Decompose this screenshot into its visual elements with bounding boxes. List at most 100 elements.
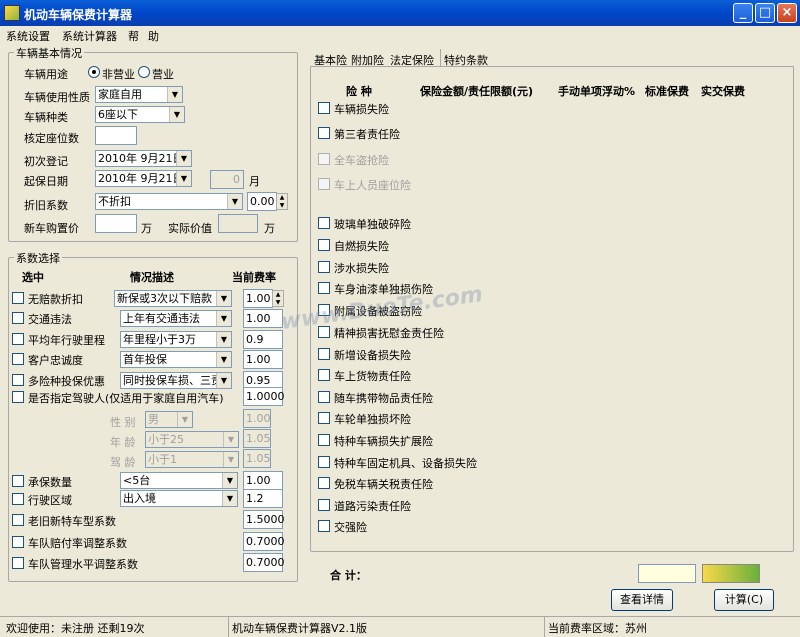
menu-system-calculator[interactable]: 系统计算器 bbox=[62, 28, 117, 44]
insurance-checkbox[interactable] bbox=[318, 217, 330, 229]
coef-row-select[interactable]: 年里程小于3万 ▼ bbox=[120, 331, 232, 348]
qty-value[interactable]: 1.00 bbox=[243, 471, 283, 490]
insurance-checkbox[interactable] bbox=[318, 412, 330, 424]
insurance-item-label: 车上货物责任险 bbox=[334, 370, 411, 383]
col-float-header: 手动单项浮动% bbox=[558, 85, 636, 98]
insurance-checkbox[interactable] bbox=[318, 348, 330, 360]
coef-spinner[interactable]: ▲ ▼ bbox=[272, 290, 284, 307]
driver-checkbox[interactable] bbox=[12, 391, 24, 403]
menu-help-1[interactable]: 帮 bbox=[128, 28, 139, 44]
wan-unit: 万 bbox=[264, 222, 275, 235]
gender-select: 男 ▼ bbox=[145, 411, 193, 428]
age-value: 1.05 bbox=[243, 429, 271, 448]
actual-value-label: 实际价值 bbox=[168, 222, 212, 235]
gender-value: 1.00 bbox=[243, 409, 271, 428]
insurance-checkbox[interactable] bbox=[318, 127, 330, 139]
insurance-item-label: 特种车固定机具、设备损失险 bbox=[334, 457, 477, 470]
type-select[interactable]: 6座以下 ▼ bbox=[95, 106, 185, 123]
insurance-checkbox bbox=[318, 178, 330, 190]
insurance-checkbox[interactable] bbox=[318, 499, 330, 511]
insurance-checkbox[interactable] bbox=[318, 477, 330, 489]
menu-bar: 系统设置 系统计算器 帮 助 bbox=[0, 26, 800, 44]
coef-row-select[interactable]: 同时投保车损、三责 ▼ bbox=[120, 372, 232, 389]
insurance-checkbox[interactable] bbox=[318, 102, 330, 114]
usage-commercial-radio[interactable] bbox=[138, 66, 150, 78]
insurance-checkbox[interactable] bbox=[318, 520, 330, 532]
fleet-claim-checkbox[interactable] bbox=[12, 536, 24, 548]
coef-row-value[interactable]: 0.9 bbox=[243, 330, 283, 349]
start-date-picker[interactable]: 2010年 9月21日 ▼ bbox=[95, 170, 192, 187]
seats-input[interactable] bbox=[95, 126, 137, 145]
new-price-input[interactable] bbox=[95, 214, 137, 233]
calculate-button[interactable]: 计算(C) bbox=[714, 589, 774, 611]
coef-row-select[interactable]: 上年有交通违法 ▼ bbox=[120, 310, 232, 327]
start-date-label: 起保日期 bbox=[24, 175, 68, 188]
insurance-item-label: 随车携带物品责任险 bbox=[334, 392, 433, 405]
col-type-header: 险 种 bbox=[346, 85, 372, 98]
usage-label: 车辆用途 bbox=[24, 68, 68, 81]
insurance-checkbox[interactable] bbox=[318, 282, 330, 294]
depr-rate-input[interactable]: 0.00 bbox=[247, 192, 277, 211]
qty-select[interactable]: <5台 ▼ bbox=[120, 472, 238, 489]
insurance-checkbox[interactable] bbox=[318, 391, 330, 403]
coef-row-checkbox[interactable] bbox=[12, 292, 24, 304]
insurance-checkbox[interactable] bbox=[318, 369, 330, 381]
drive-age-value: 1.05 bbox=[243, 449, 271, 468]
coef-row-value[interactable]: 1.00 bbox=[243, 350, 283, 369]
usage-noncommercial-radio[interactable] bbox=[88, 66, 100, 78]
fleet-mgmt-checkbox[interactable] bbox=[12, 557, 24, 569]
coef-row-checkbox[interactable] bbox=[12, 353, 24, 365]
insurance-checkbox[interactable] bbox=[318, 261, 330, 273]
new-price-label: 新车购置价 bbox=[24, 222, 79, 235]
area-value[interactable]: 1.2 bbox=[243, 489, 283, 508]
insurance-item-label: 车上人员座位险 bbox=[334, 179, 411, 192]
qty-checkbox[interactable] bbox=[12, 475, 24, 487]
insurance-checkbox[interactable] bbox=[318, 239, 330, 251]
coef-row-checkbox[interactable] bbox=[12, 312, 24, 324]
close-button[interactable]: × bbox=[777, 3, 797, 23]
old-vehicle-value[interactable]: 1.5000 bbox=[243, 510, 285, 529]
chevron-down-icon: ▼ bbox=[216, 332, 231, 347]
coef-row-checkbox[interactable] bbox=[12, 333, 24, 345]
wan-unit: 万 bbox=[141, 222, 152, 235]
insurance-checkbox[interactable] bbox=[318, 434, 330, 446]
fleet-claim-value[interactable]: 0.7000 bbox=[243, 532, 285, 551]
area-select[interactable]: 出入境 ▼ bbox=[120, 490, 238, 507]
fleet-mgmt-value[interactable]: 0.7000 bbox=[243, 553, 285, 572]
col-std-header: 标准保费 bbox=[645, 85, 689, 98]
coef-row-select[interactable]: 新保或3次以下赔款 ▼ bbox=[114, 290, 232, 307]
coef-row-select[interactable]: 首年投保 ▼ bbox=[120, 351, 232, 368]
insurance-item-label: 玻璃单独破碎险 bbox=[334, 218, 411, 231]
chevron-down-icon: ▼ bbox=[223, 452, 238, 467]
chevron-down-icon: ▼ bbox=[222, 491, 237, 506]
minimize-button[interactable]: _ bbox=[733, 3, 753, 23]
maximize-button[interactable]: □ bbox=[755, 3, 775, 23]
coef-row-value[interactable]: 1.00 bbox=[243, 289, 273, 308]
menu-help-2[interactable]: 助 bbox=[148, 28, 159, 44]
gender-label: 性 别 bbox=[110, 416, 136, 429]
menu-system-settings[interactable]: 系统设置 bbox=[6, 28, 50, 44]
old-vehicle-checkbox[interactable] bbox=[12, 514, 24, 526]
total-actual-field bbox=[702, 564, 760, 583]
chevron-down-icon: ▼ bbox=[216, 311, 231, 326]
depr-label: 折旧系数 bbox=[24, 199, 68, 212]
view-detail-button[interactable]: 查看详情 bbox=[611, 589, 673, 611]
depr-spinner[interactable]: ▲ ▼ bbox=[276, 193, 288, 210]
drive-age-label: 驾 龄 bbox=[110, 456, 136, 469]
coef-row-value[interactable]: 1.00 bbox=[243, 309, 283, 328]
drive-age-select: 小于1 ▼ bbox=[145, 451, 239, 468]
insurance-checkbox[interactable] bbox=[318, 456, 330, 468]
fleet-claim-label: 车队赔付率调整系数 bbox=[28, 537, 127, 550]
depr-select[interactable]: 不折扣 ▼ bbox=[95, 193, 243, 210]
coefficient-title: 系数选择 bbox=[14, 250, 62, 266]
area-checkbox[interactable] bbox=[12, 493, 24, 505]
status-separator bbox=[228, 616, 229, 637]
fleet-mgmt-label: 车队管理水平调整系数 bbox=[28, 558, 138, 571]
chevron-down-icon: ▼ bbox=[167, 87, 182, 102]
nature-label: 车辆使用性质 bbox=[24, 91, 90, 104]
coef-row-label: 客户忠诚度 bbox=[28, 354, 83, 367]
reg-date-picker[interactable]: 2010年 9月21日 ▼ bbox=[95, 150, 192, 167]
coef-row-checkbox[interactable] bbox=[12, 374, 24, 386]
driver-value[interactable]: 1.0000 bbox=[243, 387, 285, 406]
nature-select[interactable]: 家庭自用 ▼ bbox=[95, 86, 183, 103]
